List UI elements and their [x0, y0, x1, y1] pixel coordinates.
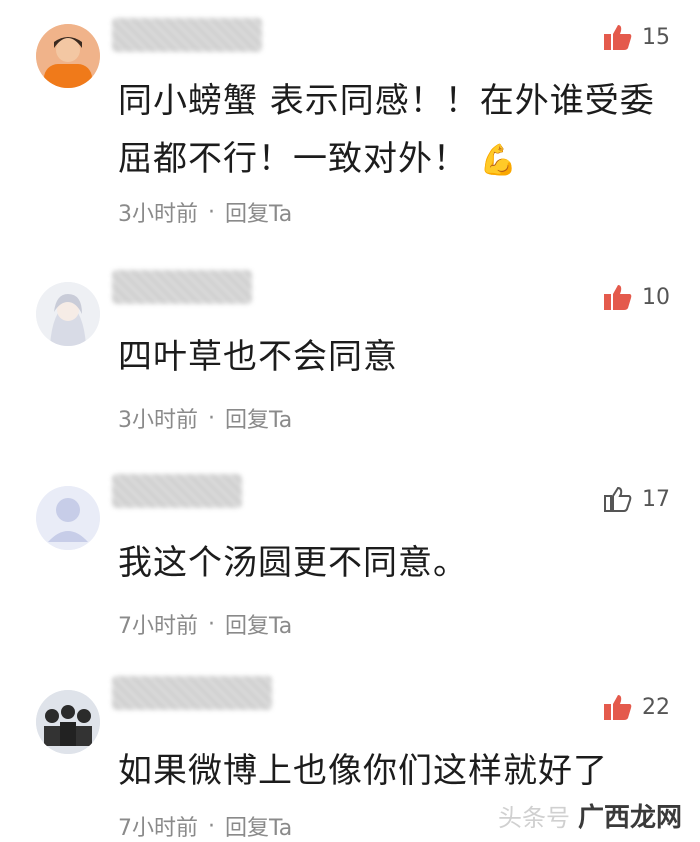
like-count: 22 — [642, 694, 670, 720]
comment-time: 3小时前 — [118, 408, 198, 433]
separator-dot: · — [208, 611, 215, 637]
reply-link[interactable]: 回复Ta — [225, 608, 292, 640]
comment-text: 我这个汤圆更不同意。 — [118, 543, 468, 583]
comment-text: 同小螃蟹 表示同感！！在外谁受委屈都不行！一致对外！ 💪 — [118, 81, 655, 179]
comment-meta: 3小时前 · 回复Ta — [118, 402, 292, 434]
username-blurred[interactable] — [112, 18, 262, 52]
like-button[interactable]: 10 — [604, 284, 670, 310]
username-blurred[interactable] — [112, 474, 242, 508]
comment-item: 10 四叶草也不会同意 3小时前 · 回复Ta — [0, 260, 700, 460]
comment-meta: 3小时前 · 回复Ta — [118, 196, 292, 228]
flexed-biceps-icon: 💪 — [479, 143, 519, 178]
separator-dot: · — [208, 199, 215, 225]
thumbs-up-outline-icon — [604, 486, 632, 512]
comment-time: 7小时前 — [118, 816, 198, 841]
separator-dot: · — [208, 813, 215, 839]
like-count: 10 — [642, 284, 670, 310]
comment-text: 如果微博上也像你们这样就好了 — [118, 751, 608, 791]
username-blurred[interactable] — [112, 270, 252, 304]
default-avatar-icon — [36, 486, 100, 550]
avatar[interactable] — [36, 486, 100, 550]
like-button[interactable]: 22 — [604, 694, 670, 720]
comment-text: 四叶草也不会同意 — [118, 337, 398, 377]
separator-dot: · — [208, 405, 215, 431]
reply-link[interactable]: 回复Ta — [225, 402, 292, 434]
thumbs-up-filled-icon — [604, 25, 632, 50]
avatar[interactable] — [36, 282, 100, 346]
like-count: 15 — [642, 24, 670, 50]
comment-time: 7小时前 — [118, 614, 198, 639]
reply-link[interactable]: 回复Ta — [225, 196, 292, 228]
watermark: 头条号 广西龙网 — [498, 797, 682, 834]
username-blurred[interactable] — [112, 676, 272, 710]
avatar-image — [36, 24, 100, 88]
watermark-brand: 广西龙网 — [577, 803, 682, 833]
like-button[interactable]: 15 — [604, 24, 670, 50]
avatar[interactable] — [36, 690, 100, 754]
avatar-image — [36, 690, 100, 754]
reply-link[interactable]: 回复Ta — [225, 810, 292, 842]
comment-item: 15 同小螃蟹 表示同感！！在外谁受委屈都不行！一致对外！ 💪 3小时前 · 回… — [0, 0, 700, 240]
comment-meta: 7小时前 · 回复Ta — [118, 810, 292, 842]
like-button[interactable]: 17 — [604, 486, 670, 512]
avatar-image — [36, 282, 100, 346]
thumbs-up-filled-icon — [604, 285, 632, 310]
comment-item: 17 我这个汤圆更不同意。 7小时前 · 回复Ta — [0, 460, 700, 670]
watermark-text: 头条号 — [497, 804, 570, 832]
comment-time: 3小时前 — [118, 202, 198, 227]
like-count: 17 — [642, 486, 670, 512]
avatar[interactable] — [36, 24, 100, 88]
comment-meta: 7小时前 · 回复Ta — [118, 608, 292, 640]
thumbs-up-filled-icon — [604, 695, 632, 720]
